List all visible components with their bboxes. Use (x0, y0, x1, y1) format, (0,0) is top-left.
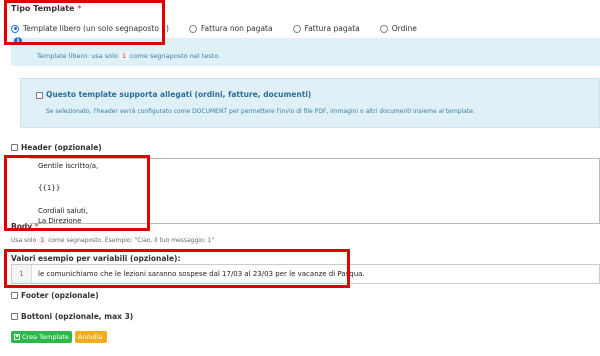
buttons-checkbox[interactable] (11, 313, 18, 320)
attachments-checkbox[interactable] (36, 92, 43, 99)
header-label: Header (opzionale) (21, 143, 102, 152)
header-checkbox[interactable] (11, 144, 18, 151)
attachments-description: Se selezionato, l'header verrà configura… (46, 108, 475, 115)
save-icon (14, 334, 20, 340)
attachments-title: Questo template supporta allegati (ordin… (46, 90, 312, 99)
radio-fattura-pagata[interactable]: Fattura pagata (292, 24, 360, 33)
footer-checkbox[interactable] (11, 292, 18, 299)
create-template-button[interactable]: Crea Template (11, 331, 72, 343)
highlight-box-body (4, 155, 150, 231)
radio-indicator[interactable] (188, 24, 197, 33)
radio-ordine[interactable]: Ordine (379, 24, 417, 33)
radio-fattura-non-pagata[interactable]: Fattura non pagata (188, 24, 273, 33)
cancel-button[interactable]: Annulla (75, 331, 107, 343)
body-help-text: Usa solo 1 come segnaposto. Esempio: "Ciao… (11, 237, 215, 244)
footer-label: Footer (opzionale) (21, 291, 99, 300)
highlight-box-tipo-template (4, 0, 165, 45)
radio-indicator[interactable] (379, 24, 388, 33)
attachments-panel (20, 78, 600, 128)
info-banner-text: Template libero: usa solo 1 come segnapost… (37, 52, 221, 60)
radio-indicator[interactable] (292, 24, 301, 33)
buttons-label: Bottoni (opzionale, max 3) (21, 312, 134, 321)
highlight-box-example-values (4, 249, 350, 288)
